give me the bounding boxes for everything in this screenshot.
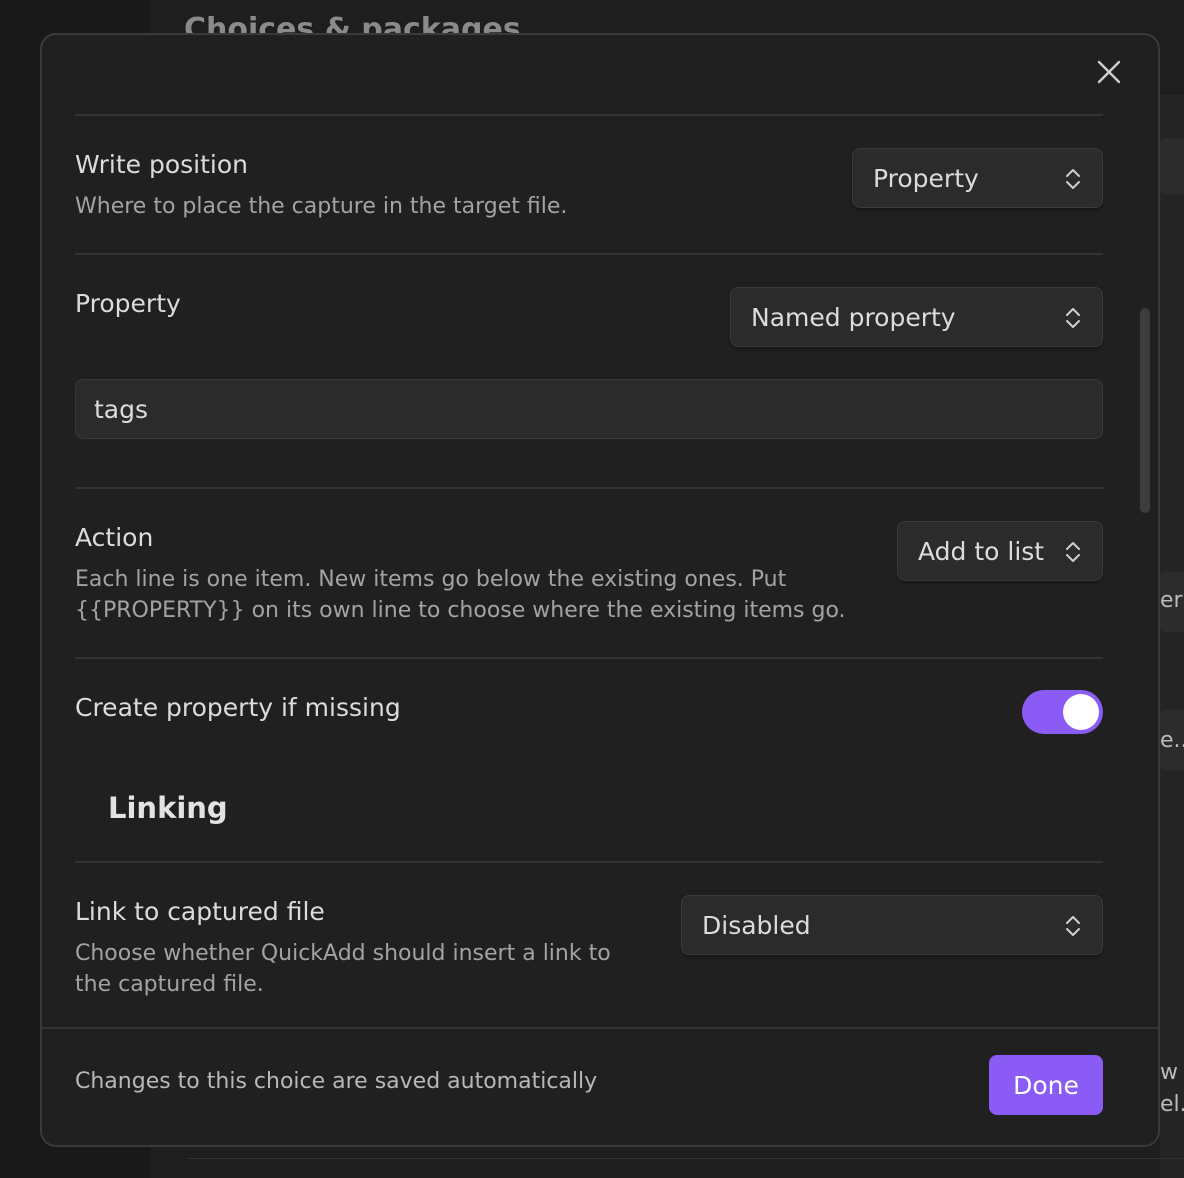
choice-settings-modal: Write position Where to place the captur… <box>40 33 1160 1147</box>
action-selected: Add to list <box>918 536 1045 566</box>
chevron-up-down-icon <box>1064 305 1082 337</box>
divider <box>75 114 1103 116</box>
divider <box>75 657 1103 659</box>
write-position-select[interactable]: Property <box>852 148 1103 208</box>
background-panel <box>1160 95 1184 1178</box>
background-control <box>1160 138 1184 194</box>
divider <box>75 487 1103 489</box>
action-label: Action <box>75 523 154 552</box>
linking-section-heading: Linking <box>108 791 228 825</box>
action-description: Each line is one item. New items go belo… <box>75 567 846 623</box>
property-name-input[interactable] <box>75 379 1103 439</box>
modal-content: Write position Where to place the captur… <box>42 35 1158 1027</box>
property-type-selected: Named property <box>751 302 956 332</box>
background-text-fragment: e... <box>1160 728 1184 753</box>
close-button[interactable] <box>1092 57 1126 91</box>
property-label: Property <box>75 289 181 318</box>
property-type-select[interactable]: Named property <box>730 287 1103 347</box>
scrollbar-thumb[interactable] <box>1140 308 1150 513</box>
link-to-captured-label: Link to captured file <box>75 897 325 926</box>
create-property-toggle[interactable] <box>1022 690 1103 734</box>
background-text-fragment: el. <box>1160 1092 1184 1117</box>
create-property-label: Create property if missing <box>75 693 401 722</box>
modal-footer: Changes to this choice are saved automat… <box>42 1027 1158 1145</box>
chevron-up-down-icon <box>1064 539 1082 571</box>
background-text-fragment: er <box>1160 588 1183 613</box>
link-to-captured-select[interactable]: Disabled <box>681 895 1103 955</box>
write-position-label: Write position <box>75 150 248 179</box>
link-to-captured-selected: Disabled <box>702 910 811 940</box>
chevron-up-down-icon <box>1064 166 1082 198</box>
close-icon <box>1097 60 1121 88</box>
toggle-knob <box>1063 694 1099 730</box>
background-text-fragment: w t <box>1160 1060 1184 1085</box>
action-select[interactable]: Add to list <box>897 521 1103 581</box>
link-to-captured-description: Choose whether QuickAdd should insert a … <box>75 941 611 997</box>
background-divider <box>188 1158 1184 1159</box>
write-position-selected: Property <box>873 163 979 193</box>
divider <box>75 253 1103 255</box>
autosave-notice: Changes to this choice are saved automat… <box>75 1069 598 1094</box>
chevron-up-down-icon <box>1064 913 1082 945</box>
done-button[interactable]: Done <box>989 1055 1103 1115</box>
divider <box>75 861 1103 863</box>
write-position-description: Where to place the capture in the target… <box>75 194 568 219</box>
